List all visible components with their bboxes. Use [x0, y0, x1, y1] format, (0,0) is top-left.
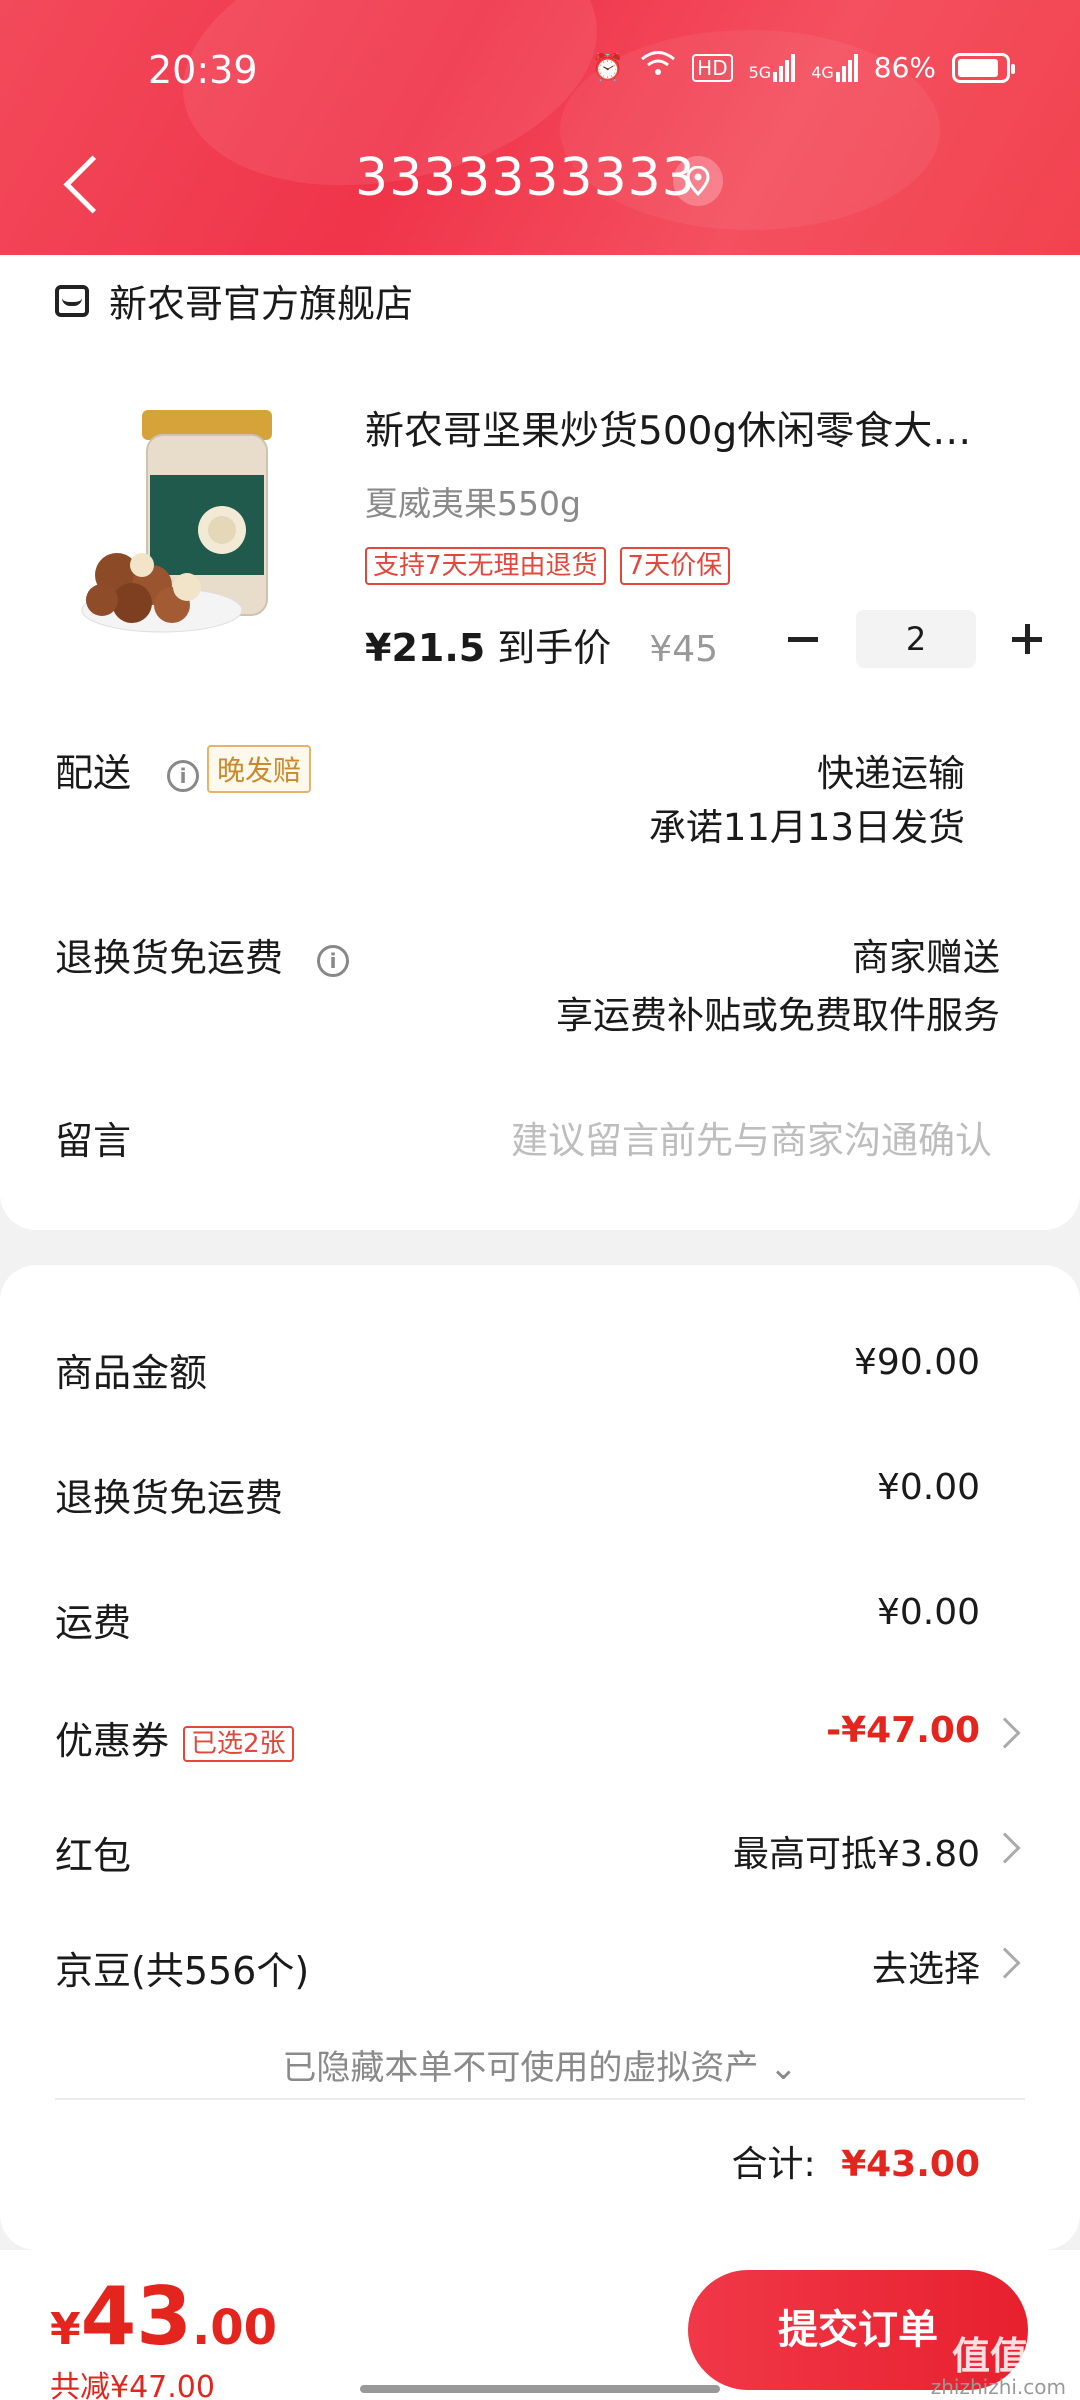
payable-price: ¥43.00 [50, 2270, 277, 2363]
quantity-input[interactable]: 2 [856, 610, 976, 668]
signal-4g-label: 4G [811, 62, 834, 82]
summary-row-red-packet[interactable]: 红包 最高可抵¥3.80 [55, 1825, 1080, 1885]
battery-percent: 86% [873, 51, 936, 84]
shop-name: 新农哥官方旗舰店 [109, 282, 414, 326]
delivery-method[interactable]: 快递运输 [817, 743, 965, 797]
price-integer: 43 [80, 2270, 192, 2363]
chevron-right-icon [989, 1947, 1021, 1979]
info-icon[interactable]: i [317, 944, 350, 977]
total-row: 合计: ¥43.00 [731, 2135, 980, 2187]
total-value: ¥43.00 [841, 2144, 980, 2185]
goods-amount-value: ¥90.00 [854, 1342, 980, 1383]
jd-beans-label: 京豆(共556个) [55, 1949, 310, 1993]
product-spec[interactable]: 夏威夷果550g [365, 477, 581, 525]
price-final: ¥21.5 到手价 [365, 617, 611, 672]
shipping-label: 运费 [55, 1601, 132, 1645]
currency-symbol: ¥ [50, 2304, 81, 2355]
shop-header[interactable]: 新农哥官方旗舰店 [55, 273, 413, 328]
signal-5g-icon: 5G [748, 53, 796, 82]
summary-row-goods: 商品金额 ¥90.00 [55, 1342, 1080, 1402]
price-row: ¥21.5 到手价 ¥45 [365, 617, 718, 672]
summary-row-shipping: 运费 ¥0.00 [55, 1592, 1080, 1652]
price-now: ¥21.5 [365, 626, 486, 670]
coupon-count-badge: 已选2张 [183, 1725, 294, 1762]
alarm-icon: ⏰ [591, 52, 625, 83]
decrease-button[interactable] [780, 615, 828, 663]
signal-5g-label: 5G [748, 62, 772, 82]
hd-badge: HD [692, 53, 733, 82]
discount-total: 共减¥47.00 [50, 2370, 215, 2400]
return-fee-value: ¥0.00 [876, 1467, 980, 1508]
memo-input[interactable]: 建议留言前先与商家沟通确认 [511, 1110, 992, 1164]
price-decimal: .00 [191, 2300, 277, 2356]
late-compensation-badge: 晚发赔 [207, 745, 312, 793]
increase-button[interactable] [1004, 615, 1052, 663]
status-icons: ⏰ HD 5G 4G 86% [591, 50, 1015, 85]
watermark-logo: 值值值 [951, 2334, 1066, 2378]
goods-amount-label: 商品金额 [55, 1351, 208, 1395]
coupon-label-group: 优惠券 已选2张 [55, 1710, 294, 1765]
delivery-label-group: 配送 i [55, 742, 200, 797]
status-time: 20:39 [148, 48, 258, 92]
jd-beans-value: 去选择 [871, 1949, 980, 1990]
return-shipping-label: 退换货免运费 [55, 936, 284, 980]
coupon-label: 优惠券 [55, 1719, 170, 1763]
divider [55, 2098, 1025, 2100]
summary-row-return-fee: 退换货免运费 ¥0.00 [55, 1467, 1080, 1527]
memo-label: 留言 [55, 1119, 132, 1163]
chevron-right-icon [989, 1832, 1021, 1864]
shipping-value: ¥0.00 [876, 1592, 980, 1633]
back-button[interactable] [58, 150, 102, 220]
wifi-icon [640, 50, 676, 85]
status-bar: 20:39 ⏰ HD 5G 4G 86% [0, 42, 1080, 102]
return-shipping-desc: 享运费补贴或免费取件服务 [556, 994, 1000, 1037]
bottom-bar: ¥43.00 共减¥47.00 提交订单 值值值 zhizhizhi.com [0, 2250, 1080, 2400]
header: 20:39 ⏰ HD 5G 4G 86% 3333333333 [0, 0, 1080, 255]
red-packet-value: 最高可抵¥3.80 [732, 1834, 980, 1875]
product-title[interactable]: 新农哥坚果炒货500g休闲零食大… [365, 400, 1005, 456]
battery-icon [952, 52, 1015, 83]
summary-row-coupon[interactable]: 优惠券 已选2张 -¥47.00 [55, 1710, 1080, 1770]
info-icon[interactable]: i [167, 759, 200, 792]
total-label: 合计: [731, 2144, 816, 2185]
page-title: 3333333333 [355, 148, 696, 208]
order-card: 新农哥官方旗舰店 新农哥坚果炒货500g休闲零食大… 夏威夷果550g 支持7天… [0, 255, 1080, 1230]
tag-return-policy: 支持7天无理由退货 [365, 547, 606, 585]
quantity-stepper: 2 [780, 610, 1052, 668]
return-fee-label: 退换货免运费 [55, 1476, 284, 1520]
store-icon [55, 284, 89, 317]
product-tags: 支持7天无理由退货 7天价保 [365, 547, 731, 585]
return-shipping-value: 商家赠送 [852, 936, 1000, 979]
tag-price-protect: 7天价保 [619, 547, 731, 585]
home-indicator[interactable] [360, 2385, 720, 2393]
location-pin-icon[interactable] [673, 156, 723, 206]
red-packet-label: 红包 [55, 1834, 132, 1878]
delivery-label: 配送 [55, 751, 132, 795]
delivery-promise[interactable]: 承诺11月13日发货 [649, 797, 965, 851]
hidden-assets-toggle[interactable]: 已隐藏本单不可使用的虚拟资产 ⌄ [0, 2040, 1080, 2089]
price-original: ¥45 [649, 629, 719, 670]
return-shipping-label-group: 退换货免运费 i [55, 927, 350, 982]
summary-row-jd-beans[interactable]: 京豆(共556个) 去选择 [55, 1940, 1080, 2000]
coupon-value: -¥47.00 [826, 1710, 980, 1751]
price-label: 到手价 [497, 626, 612, 670]
signal-4g-icon: 4G [811, 53, 858, 82]
chevron-right-icon [989, 1717, 1021, 1749]
product-image[interactable] [72, 405, 312, 645]
watermark-url: zhizhizhi.com [930, 2375, 1066, 2399]
nav-bar: 3333333333 [0, 140, 1080, 230]
